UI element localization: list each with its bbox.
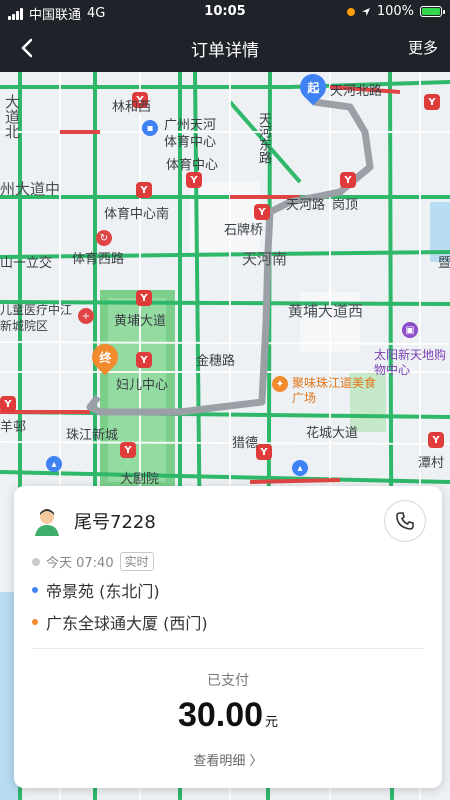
driver-plate-label: 尾号7228 <box>74 512 156 533</box>
dropoff-dot-icon <box>32 619 38 625</box>
metro-icon: Y <box>120 442 136 458</box>
page-title: 订单详情 <box>191 41 259 61</box>
station-label: 岗顶 <box>332 198 359 213</box>
road-label: 天河路 <box>286 198 326 213</box>
venue-label: 大剧院 <box>120 472 160 487</box>
station-label: 珠江新城 <box>66 428 119 443</box>
battery-percent-text: 100% <box>376 4 414 19</box>
hospital-label: 儿童医疗中江新城院区 <box>0 303 73 333</box>
poi-pin-icon: ▴ <box>292 460 308 476</box>
station-label: 潭村 <box>418 456 445 471</box>
metro-icon: Y <box>340 172 356 188</box>
order-card: 尾号7228 今天 07:40 实时 帝景苑 (东北门) 广东全球通大厦 (西门… <box>14 486 442 788</box>
currency-unit: 元 <box>265 715 279 730</box>
trip-time-row: 今天 07:40 实时 <box>32 552 154 571</box>
hospital-icon: + <box>78 308 94 324</box>
station-label: 体育中心南 <box>104 207 170 222</box>
area-label: 天河南 <box>242 250 288 268</box>
battery-icon <box>420 6 445 17</box>
station-label: 黄埔大道 <box>114 314 167 329</box>
food-court-label: 聚味珠江道美食广场 <box>292 376 377 405</box>
road-label: 体育西路 <box>72 252 125 267</box>
metro-icon: Y <box>424 94 440 110</box>
fare-amount: 30.00 元 <box>14 696 442 735</box>
metro-icon: Y <box>136 290 152 306</box>
call-driver-button[interactable] <box>384 500 426 542</box>
poi-pin-icon: ▴ <box>46 456 62 472</box>
clock-icon <box>32 557 40 566</box>
venue-label: 广州天河体育中心 <box>164 118 217 150</box>
fare-amount-value: 30.00 <box>177 696 264 734</box>
metro-icon: Y <box>186 172 202 188</box>
road-label: 黄埔大道西 <box>288 302 364 320</box>
metro-icon: Y <box>256 444 272 460</box>
more-button[interactable]: 更多 <box>408 37 438 58</box>
view-fare-details-link[interactable]: 查看明细 〉 <box>14 750 442 769</box>
recording-indicator-icon <box>346 7 355 16</box>
shopping-icon: ▣ <box>402 322 418 338</box>
navigation-bar: 订单详情 更多 <box>0 24 450 72</box>
road-label: 天河东路 <box>256 112 271 164</box>
road-label: 金穗路 <box>196 354 236 369</box>
restaurant-icon: ✦ <box>272 376 288 392</box>
interchange-label: 山一立交 <box>0 256 53 271</box>
area-label: 暨 <box>438 256 450 271</box>
metro-icon: Y <box>254 204 270 220</box>
dropoff-address-row: 广东全球通大厦 (西门) <box>32 610 208 634</box>
poi-building-icon: ▪ <box>142 120 158 136</box>
station-label: 猎德 <box>232 436 259 451</box>
station-label: 林和西 <box>112 100 152 115</box>
mall-label: 太阳新天地购物中心 <box>374 348 447 377</box>
pickup-address-row: 帝景苑 (东北门) <box>32 578 160 602</box>
station-label: 妇儿中心 <box>116 378 169 393</box>
divider <box>32 648 424 649</box>
dropoff-address: 广东全球通大厦 (西门) <box>46 614 208 633</box>
road-label: 天河北路 <box>330 84 383 99</box>
trip-time-text: 今天 07:40 <box>46 556 114 571</box>
metro-icon: Y <box>428 432 444 448</box>
realtime-badge: 实时 <box>119 552 154 571</box>
metro-icon: Y <box>136 352 152 368</box>
station-label: 石牌桥 <box>224 223 264 238</box>
metro-icon: Y <box>136 182 152 198</box>
road-label: 州大道中 <box>0 180 61 198</box>
metro-icon: Y <box>0 396 16 412</box>
road-label: 大道北 <box>3 94 21 139</box>
phone-icon <box>396 512 414 530</box>
pickup-address: 帝景苑 (东北门) <box>46 582 160 601</box>
road-label: 花城大道 <box>306 426 359 441</box>
station-label: 羊邨 <box>0 420 27 435</box>
driver-avatar-icon <box>35 509 59 536</box>
payment-status-label: 已支付 <box>207 673 249 689</box>
status-bar: 中国联通 4G 10:05 100% <box>0 0 450 24</box>
pickup-dot-icon <box>32 587 38 593</box>
poi-parking-icon: ↻ <box>96 230 112 246</box>
location-arrow-icon <box>361 7 370 16</box>
station-label: 体育中心 <box>166 158 219 173</box>
